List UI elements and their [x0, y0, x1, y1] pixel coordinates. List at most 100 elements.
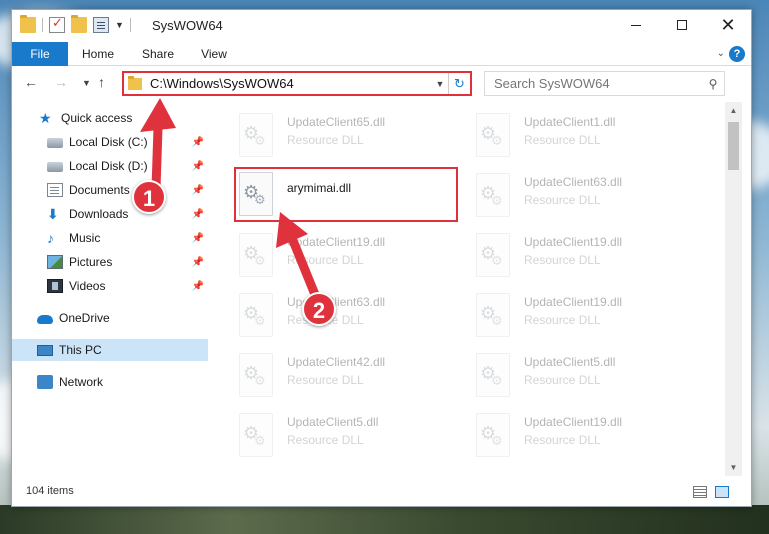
- file-name: UpdateClient5.dll: [524, 355, 616, 369]
- file-tile[interactable]: UpdateClient42.dll Resource DLL: [219, 345, 449, 401]
- file-name: UpdateClient1.dll: [524, 115, 616, 129]
- document-icon: [47, 183, 63, 197]
- status-bar: 104 items: [12, 480, 751, 506]
- sidebar-item-pictures[interactable]: Pictures 📌: [12, 251, 208, 273]
- quick-access-toolbar: ▼: [20, 15, 131, 33]
- background-tree: [0, 505, 769, 534]
- sidebar-item-videos[interactable]: Videos 📌: [12, 275, 208, 297]
- address-dropdown-chevron-icon[interactable]: ▼: [432, 79, 448, 89]
- file-name: UpdateClient19.dll: [524, 235, 623, 249]
- pin-icon[interactable]: 📌: [192, 257, 204, 268]
- drive-icon: [47, 138, 63, 148]
- file-tile[interactable]: UpdateClient5.dll Resource DLL: [219, 405, 449, 461]
- close-icon: ✕: [720, 14, 736, 35]
- dll-file-icon: [239, 113, 273, 157]
- sidebar-item-label: Quick access: [61, 111, 133, 125]
- refresh-icon[interactable]: ↻: [448, 73, 470, 94]
- file-tile[interactable]: UpdateClient19.dll Resource DLL: [219, 225, 449, 281]
- pin-icon[interactable]: 📌: [192, 185, 204, 196]
- pin-icon[interactable]: 📌: [192, 281, 204, 292]
- title-bar[interactable]: ▼ SysWOW64 ✕: [12, 10, 751, 42]
- close-button[interactable]: ✕: [705, 10, 751, 40]
- search-box[interactable]: ⚲: [484, 71, 725, 96]
- dll-file-icon: [476, 233, 510, 277]
- file-type: Resource DLL: [524, 433, 601, 447]
- scrollbar-thumb[interactable]: [728, 122, 739, 170]
- customize-toolbar-chevron-icon[interactable]: ▼: [115, 20, 124, 30]
- sidebar-item-label: Pictures: [69, 255, 113, 269]
- cloud-icon: [37, 315, 53, 324]
- dll-file-icon: [239, 353, 273, 397]
- window-title: SysWOW64: [152, 18, 223, 33]
- file-tile[interactable]: UpdateClient65.dll Resource DLL: [219, 105, 449, 161]
- minimize-button[interactable]: [613, 10, 659, 40]
- sidebar-item-music[interactable]: ♪ Music 📌: [12, 227, 208, 249]
- sidebar-item-local-disk-d[interactable]: Local Disk (D:) 📌: [12, 155, 208, 177]
- drive-icon: [47, 162, 63, 172]
- file-name: UpdateClient42.dll: [287, 355, 386, 369]
- search-icon[interactable]: ⚲: [702, 77, 724, 91]
- sidebar-item-label: Downloads: [69, 207, 129, 221]
- file-name: UpdateClient19.dll: [524, 295, 623, 309]
- forward-arrow-icon[interactable]: →: [54, 74, 68, 90]
- pin-icon[interactable]: 📌: [192, 137, 204, 148]
- sidebar-item-network[interactable]: Network: [12, 371, 208, 393]
- large-icons-view-icon[interactable]: [715, 486, 729, 498]
- tab-share[interactable]: Share: [136, 42, 180, 66]
- ribbon-tabs: File Home Share View ⌄ ?: [12, 42, 751, 66]
- folder-icon: [20, 15, 36, 33]
- dll-file-icon: [476, 293, 510, 337]
- file-tile[interactable]: UpdateClient19.dll Resource DLL: [456, 285, 686, 341]
- file-type: Resource DLL: [287, 253, 364, 267]
- star-icon: ★: [39, 110, 52, 126]
- sidebar-item-documents[interactable]: Documents 📌: [12, 179, 208, 201]
- file-tile[interactable]: UpdateClient63.dll Resource DLL: [456, 165, 686, 221]
- file-tile[interactable]: UpdateClient1.dll Resource DLL: [456, 105, 686, 161]
- sidebar-item-onedrive[interactable]: OneDrive: [12, 307, 208, 329]
- sidebar-item-downloads[interactable]: ⬇ Downloads 📌: [12, 203, 208, 225]
- back-arrow-icon[interactable]: ←: [24, 74, 38, 90]
- file-type: Resource DLL: [287, 373, 364, 387]
- vertical-scrollbar[interactable]: ▲ ▼: [725, 102, 742, 476]
- file-name: UpdateClient19.dll: [524, 415, 623, 429]
- dll-file-icon: [239, 413, 273, 457]
- pin-icon[interactable]: 📌: [192, 233, 204, 244]
- search-input[interactable]: [485, 76, 702, 91]
- file-name: UpdateClient65.dll: [287, 115, 386, 129]
- file-type: Resource DLL: [524, 253, 601, 267]
- tab-home[interactable]: Home: [76, 42, 120, 66]
- file-type: Resource DLL: [287, 133, 364, 147]
- address-path[interactable]: C:\Windows\SysWOW64: [150, 76, 432, 91]
- navigation-bar: ← → ▼ ↑ C:\Windows\SysWOW64 ▼ ↻ ⚲: [12, 68, 751, 100]
- sidebar-item-label: Network: [59, 375, 104, 389]
- tab-view[interactable]: View: [194, 42, 234, 66]
- file-tile[interactable]: UpdateClient19.dll Resource DLL: [456, 225, 686, 281]
- dll-file-icon: [239, 293, 273, 337]
- file-name: UpdateClient63.dll: [524, 175, 623, 189]
- scroll-down-arrow-icon[interactable]: ▼: [725, 459, 742, 476]
- file-tile[interactable]: UpdateClient5.dll Resource DLL: [456, 345, 686, 401]
- pin-icon[interactable]: 📌: [192, 209, 204, 220]
- details-view-icon[interactable]: [693, 486, 707, 498]
- properties-check-icon[interactable]: [49, 15, 65, 33]
- up-arrow-icon[interactable]: ↑: [98, 74, 105, 90]
- sidebar-item-label: Music: [69, 231, 101, 245]
- sidebar-item-local-disk-c[interactable]: Local Disk (C:) 📌: [12, 131, 208, 153]
- new-folder-icon[interactable]: [71, 15, 87, 33]
- recent-locations-chevron-icon[interactable]: ▼: [82, 78, 91, 88]
- computer-icon: [37, 344, 53, 356]
- maximize-button[interactable]: [659, 10, 705, 40]
- sidebar-item-quick-access[interactable]: ★ Quick access: [12, 107, 208, 129]
- help-icon[interactable]: ?: [729, 46, 745, 62]
- sidebar-item-label: Local Disk (C:): [69, 135, 148, 149]
- tab-file[interactable]: File: [12, 42, 68, 66]
- address-bar[interactable]: C:\Windows\SysWOW64 ▼ ↻: [122, 71, 472, 96]
- scroll-up-arrow-icon[interactable]: ▲: [725, 102, 742, 119]
- sidebar-item-this-pc[interactable]: This PC: [12, 339, 208, 361]
- dll-file-icon: [476, 413, 510, 457]
- properties-icon[interactable]: [93, 17, 109, 33]
- file-tile[interactable]: UpdateClient19.dll Resource DLL: [456, 405, 686, 461]
- expand-ribbon-chevron-icon[interactable]: ⌄: [717, 48, 725, 59]
- step-2-callout: 2: [302, 292, 336, 326]
- pin-icon[interactable]: 📌: [192, 161, 204, 172]
